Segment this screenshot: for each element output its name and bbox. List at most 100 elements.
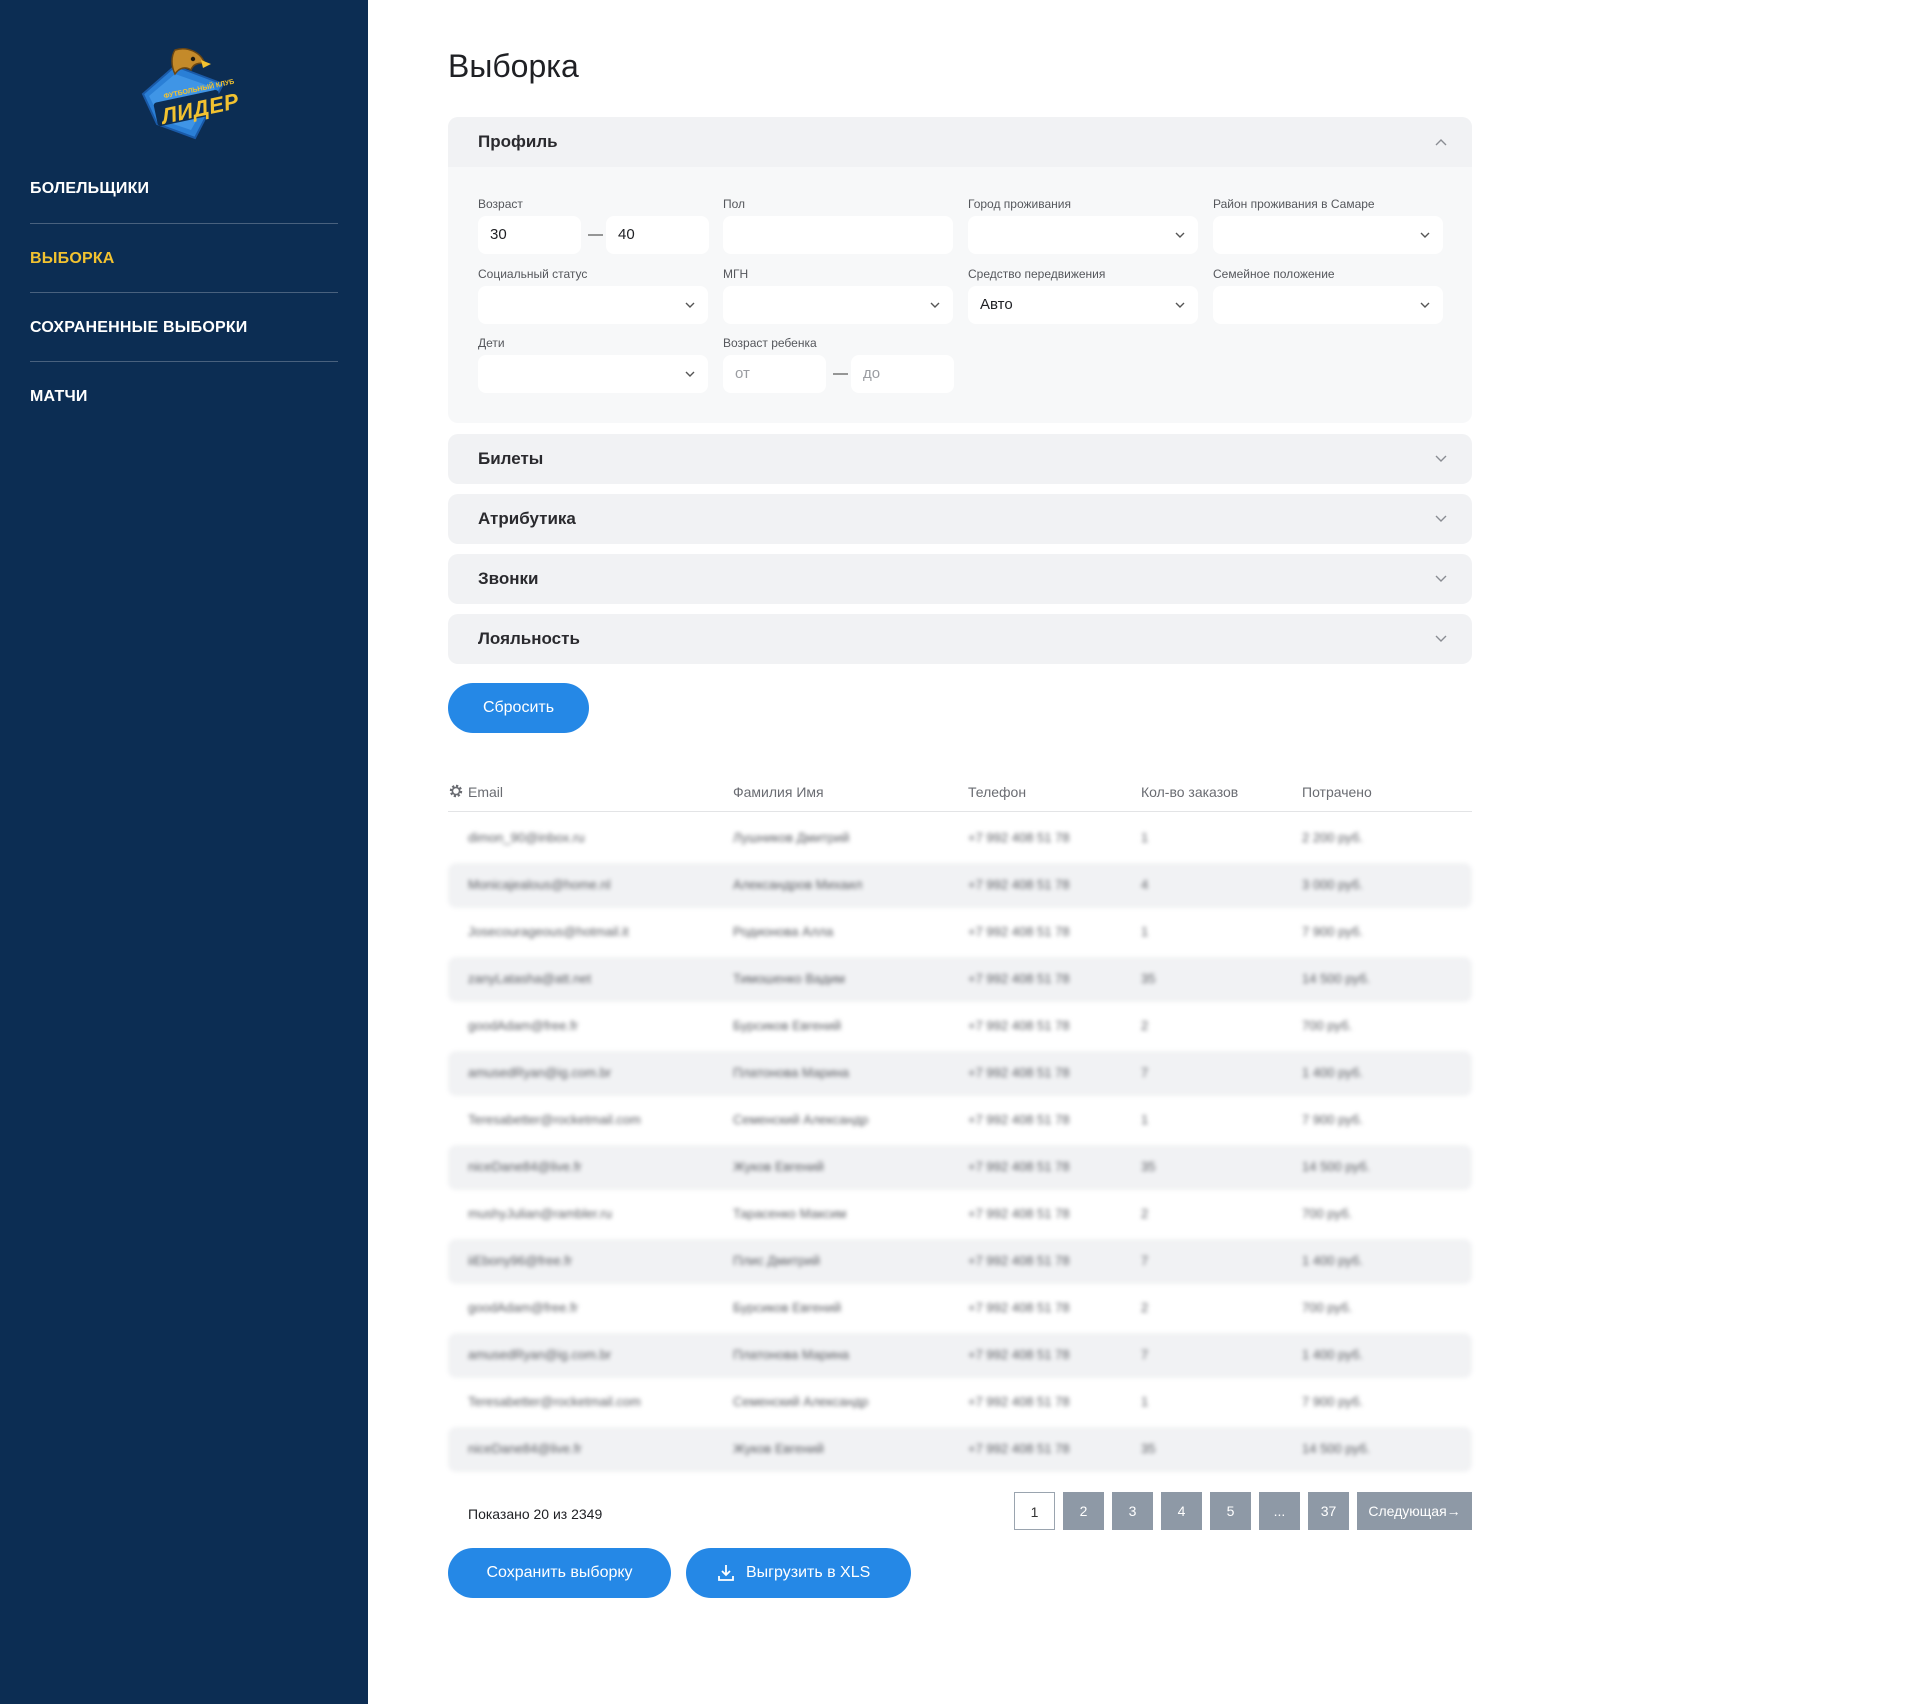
calls-section-header[interactable]: Звонки bbox=[448, 554, 1472, 604]
cell-name: Семенский Александр bbox=[733, 1112, 869, 1127]
cell-email: zanyLatasha@att.net bbox=[468, 971, 592, 986]
club-logo[interactable]: ФУТБОЛЬНЫЙ КЛУБ ЛИДЕР bbox=[135, 44, 241, 140]
table-row[interactable]: mushyJulian@rambler.ru Тарасенко Максим +7… bbox=[448, 1192, 1472, 1237]
cell-name: Плис Дмитрий bbox=[733, 1253, 821, 1268]
cell-orders: 1 bbox=[1141, 830, 1149, 845]
column-orders[interactable]: Кол-во заказов bbox=[1141, 784, 1238, 800]
table-row[interactable]: niceDane84@live.fr Жуков Евгений +7 992 40… bbox=[448, 1427, 1472, 1472]
cell-phone: +7 992 408 51 78 bbox=[968, 877, 1070, 892]
tickets-section[interactable]: Билеты bbox=[448, 434, 1472, 484]
gear-icon[interactable] bbox=[448, 783, 464, 799]
page-title: Выборка bbox=[448, 48, 579, 84]
child-age-to-input[interactable]: до bbox=[851, 355, 954, 393]
cell-phone: +7 992 408 51 78 bbox=[968, 1347, 1070, 1362]
cell-spent: 700 руб. bbox=[1302, 1206, 1353, 1221]
nav-item-fans[interactable]: БОЛЕЛЬЩИКИ bbox=[30, 154, 338, 224]
table-header: Email Фамилия Имя Телефон Кол-во заказов… bbox=[448, 782, 1472, 812]
page-3-button[interactable]: 3 bbox=[1112, 1492, 1153, 1530]
merchandise-section-header[interactable]: Атрибутика bbox=[448, 494, 1472, 544]
page-1-button[interactable]: 1 bbox=[1014, 1492, 1055, 1530]
next-page-button[interactable]: Следующая→ bbox=[1357, 1492, 1472, 1530]
profile-section-header[interactable]: Профиль bbox=[448, 117, 1472, 167]
column-phone[interactable]: Телефон bbox=[968, 784, 1026, 800]
tickets-section-header[interactable]: Билеты bbox=[448, 434, 1472, 484]
cell-email: amusedRyan@ig.com.br bbox=[468, 1065, 612, 1080]
cell-email: goodAdam@free.fr bbox=[468, 1018, 579, 1033]
district-select[interactable] bbox=[1213, 216, 1443, 254]
page-4-button[interactable]: 4 bbox=[1161, 1492, 1202, 1530]
cell-email: niceDane84@live.fr bbox=[468, 1159, 582, 1174]
chevron-up-icon bbox=[1435, 139, 1447, 146]
table-row[interactable]: iiEbony96@free.fr Плис Дмитрий +7 992 408 … bbox=[448, 1239, 1472, 1284]
social-status-select[interactable] bbox=[478, 286, 708, 324]
save-selection-button[interactable]: Сохранить выборку bbox=[448, 1548, 671, 1598]
nav-item-saved-selections[interactable]: СОХРАНЕННЫЕ ВЫБОРКИ bbox=[30, 293, 338, 362]
cell-orders: 1 bbox=[1141, 1112, 1149, 1127]
age-range-dash: — bbox=[588, 226, 603, 243]
nav-item-matches[interactable]: МАТЧИ bbox=[30, 362, 338, 431]
cell-spent: 14 500 руб. bbox=[1302, 1441, 1371, 1456]
chevron-down-icon bbox=[1435, 575, 1447, 582]
chevron-down-icon bbox=[1175, 302, 1185, 308]
cell-email: niceDane84@live.fr bbox=[468, 1441, 582, 1456]
table-row[interactable]: niceDane84@live.fr Жуков Евгений +7 992 40… bbox=[448, 1145, 1472, 1190]
table-row[interactable]: Teresabetter@rocketmail.com Семенский Але… bbox=[448, 1380, 1472, 1425]
age-from-input[interactable]: 30 bbox=[478, 216, 581, 254]
table-row[interactable]: goodAdam@free.fr Бурсиков Евгений +7 992 4… bbox=[448, 1004, 1472, 1049]
cell-name: Семенский Александр bbox=[733, 1394, 869, 1409]
cell-email: goodAdam@free.fr bbox=[468, 1300, 579, 1315]
merchandise-section[interactable]: Атрибутика bbox=[448, 494, 1472, 544]
gender-input[interactable] bbox=[723, 216, 953, 254]
loyalty-section-header[interactable]: Лояльность bbox=[448, 614, 1472, 664]
page-5-button[interactable]: 5 bbox=[1210, 1492, 1251, 1530]
city-select[interactable] bbox=[968, 216, 1198, 254]
calls-section[interactable]: Звонки bbox=[448, 554, 1472, 604]
chevron-down-icon bbox=[685, 302, 695, 308]
page-2-button[interactable]: 2 bbox=[1063, 1492, 1104, 1530]
table-row[interactable]: Monicajealous@home.nl Александров Михаил +… bbox=[448, 863, 1472, 908]
loyalty-section-title: Лояльность bbox=[478, 629, 580, 648]
cell-phone: +7 992 408 51 78 bbox=[968, 971, 1070, 986]
cell-spent: 7 900 руб. bbox=[1302, 924, 1363, 939]
family-status-select[interactable] bbox=[1213, 286, 1443, 324]
transport-select-value: Авто bbox=[980, 296, 1013, 313]
cell-email: Monicajealous@home.nl bbox=[468, 877, 611, 892]
cell-orders: 35 bbox=[1141, 1441, 1156, 1456]
cell-phone: +7 992 408 51 78 bbox=[968, 1018, 1070, 1033]
nav-item-selection[interactable]: ВЫБОРКА bbox=[30, 224, 338, 293]
table-row[interactable]: amusedRyan@ig.com.br Платонова Марина +7 9… bbox=[448, 1333, 1472, 1378]
cell-orders: 2 bbox=[1141, 1300, 1149, 1315]
page-37-button[interactable]: 37 bbox=[1308, 1492, 1349, 1530]
cell-orders: 7 bbox=[1141, 1347, 1149, 1362]
table-row[interactable]: Josecourageous@hotmail.it Родионова Алла +… bbox=[448, 910, 1472, 955]
cell-name: Тарасенко Максим bbox=[733, 1206, 847, 1221]
children-label: Дети bbox=[478, 336, 505, 350]
cell-phone: +7 992 408 51 78 bbox=[968, 1253, 1070, 1268]
column-spent[interactable]: Потрачено bbox=[1302, 784, 1372, 800]
transport-select[interactable]: Авто bbox=[968, 286, 1198, 324]
mgn-select[interactable] bbox=[723, 286, 953, 324]
table-row[interactable]: zanyLatasha@att.net Тимошенко Вадим +7 992… bbox=[448, 957, 1472, 1002]
cell-spent: 7 900 руб. bbox=[1302, 1394, 1363, 1409]
column-name[interactable]: Фамилия Имя bbox=[733, 784, 824, 800]
table-row[interactable]: goodAdam@free.fr Бурсиков Евгений +7 992 4… bbox=[448, 1286, 1472, 1331]
export-xls-button[interactable]: Выгрузить в XLS bbox=[686, 1548, 911, 1598]
cell-orders: 7 bbox=[1141, 1253, 1149, 1268]
main-nav: БОЛЕЛЬЩИКИ ВЫБОРКА СОХРАНЕННЫЕ ВЫБОРКИ М… bbox=[30, 154, 338, 431]
profile-section: Профиль Возраст 30 — 40 Пол Город прожив… bbox=[448, 117, 1472, 423]
table-row[interactable]: dimon_90@inbox.ru Лушников Дмитрий +7 992 … bbox=[448, 816, 1472, 861]
children-select[interactable] bbox=[478, 355, 708, 393]
age-to-input[interactable]: 40 bbox=[606, 216, 709, 254]
city-label: Город проживания bbox=[968, 197, 1071, 211]
child-age-from-input[interactable]: от bbox=[723, 355, 826, 393]
column-email[interactable]: Email bbox=[468, 784, 503, 800]
cell-email: mushyJulian@rambler.ru bbox=[468, 1206, 612, 1221]
cell-spent: 14 500 руб. bbox=[1302, 1159, 1371, 1174]
cell-orders: 2 bbox=[1141, 1018, 1149, 1033]
table-row[interactable]: amusedRyan@ig.com.br Платонова Марина +7 9… bbox=[448, 1051, 1472, 1096]
export-xls-label: Выгрузить в XLS bbox=[746, 1564, 871, 1581]
loyalty-section[interactable]: Лояльность bbox=[448, 614, 1472, 664]
cell-name: Лушников Дмитрий bbox=[733, 830, 850, 845]
reset-button[interactable]: Сбросить bbox=[448, 683, 589, 733]
table-row[interactable]: Teresabetter@rocketmail.com Семенский Але… bbox=[448, 1098, 1472, 1143]
